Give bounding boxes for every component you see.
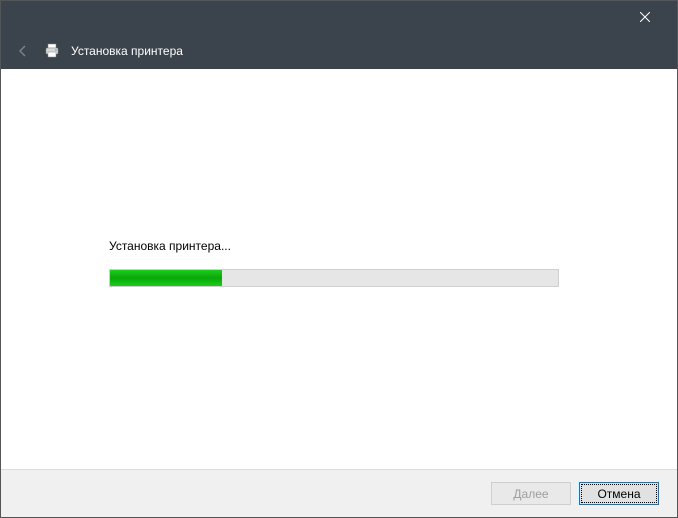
footer-bar: Далее Отмена <box>1 469 677 517</box>
wizard-title: Установка принтера <box>71 44 183 58</box>
printer-icon <box>43 42 61 60</box>
cancel-button[interactable]: Отмена <box>579 482 659 505</box>
content-area: Установка принтера... <box>1 69 677 469</box>
wizard-window: Установка принтера Установка принтера...… <box>0 0 678 518</box>
close-button[interactable] <box>625 1 665 33</box>
back-arrow-icon <box>16 44 30 58</box>
next-button: Далее <box>491 482 571 505</box>
close-icon <box>640 12 650 22</box>
status-text: Установка принтера... <box>109 239 231 253</box>
title-bar <box>1 1 677 33</box>
progress-fill <box>110 270 222 286</box>
header-bar: Установка принтера <box>1 33 677 69</box>
back-button[interactable] <box>13 44 33 58</box>
progress-bar <box>109 269 559 287</box>
next-button-underline: Д <box>513 487 521 501</box>
next-button-rest: алее <box>522 487 549 501</box>
